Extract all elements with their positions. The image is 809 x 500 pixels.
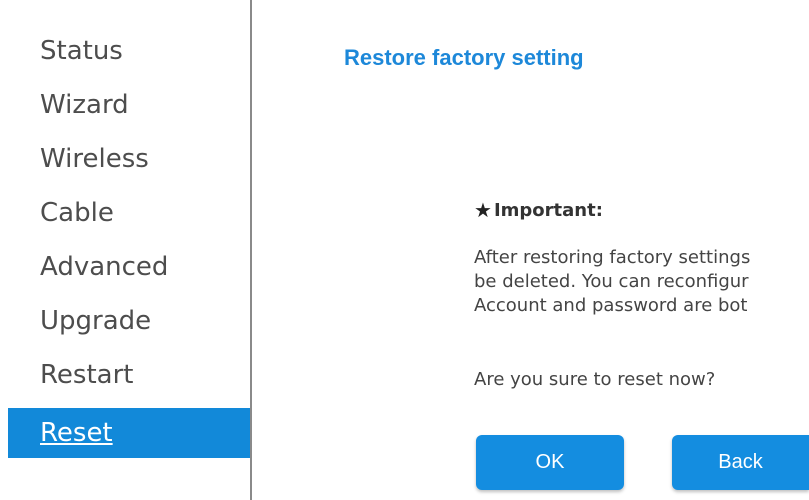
sidebar-item-wireless[interactable]: Wireless <box>40 142 149 176</box>
reset-warning-message: After restoring factory settings be dele… <box>474 246 809 326</box>
page-title: Restore factory setting <box>344 45 584 70</box>
sidebar-item-upgrade[interactable]: Upgrade <box>40 304 151 338</box>
ok-button[interactable]: OK <box>476 435 624 490</box>
important-label: Important: <box>493 199 603 221</box>
message-line: Account and password are bot <box>474 295 748 316</box>
sidebar-divider <box>250 0 252 500</box>
important-heading: ★ Important: <box>474 198 603 222</box>
sidebar-item-reset[interactable]: Reset <box>8 408 250 458</box>
ok-button-label: OK <box>535 451 565 473</box>
message-line: After restoring factory settings <box>474 247 751 268</box>
sidebar-item-cable[interactable]: Cable <box>40 196 114 230</box>
sidebar-item-advanced[interactable]: Advanced <box>40 250 168 284</box>
back-button-label: Back <box>718 451 763 473</box>
sidebar-item-reset-label: Reset <box>40 418 113 448</box>
sidebar-item-status[interactable]: Status <box>40 34 123 68</box>
sidebar-item-wizard[interactable]: Wizard <box>40 88 129 122</box>
star-icon: ★ <box>474 198 492 222</box>
sidebar-item-restart[interactable]: Restart <box>40 358 133 392</box>
sidebar-nav: Status Wizard Wireless Cable Advanced Up… <box>0 0 250 500</box>
confirm-question: Are you sure to reset now? <box>474 369 716 390</box>
message-line: be deleted. You can reconfigur <box>474 271 749 292</box>
back-button[interactable]: Back <box>672 435 809 490</box>
